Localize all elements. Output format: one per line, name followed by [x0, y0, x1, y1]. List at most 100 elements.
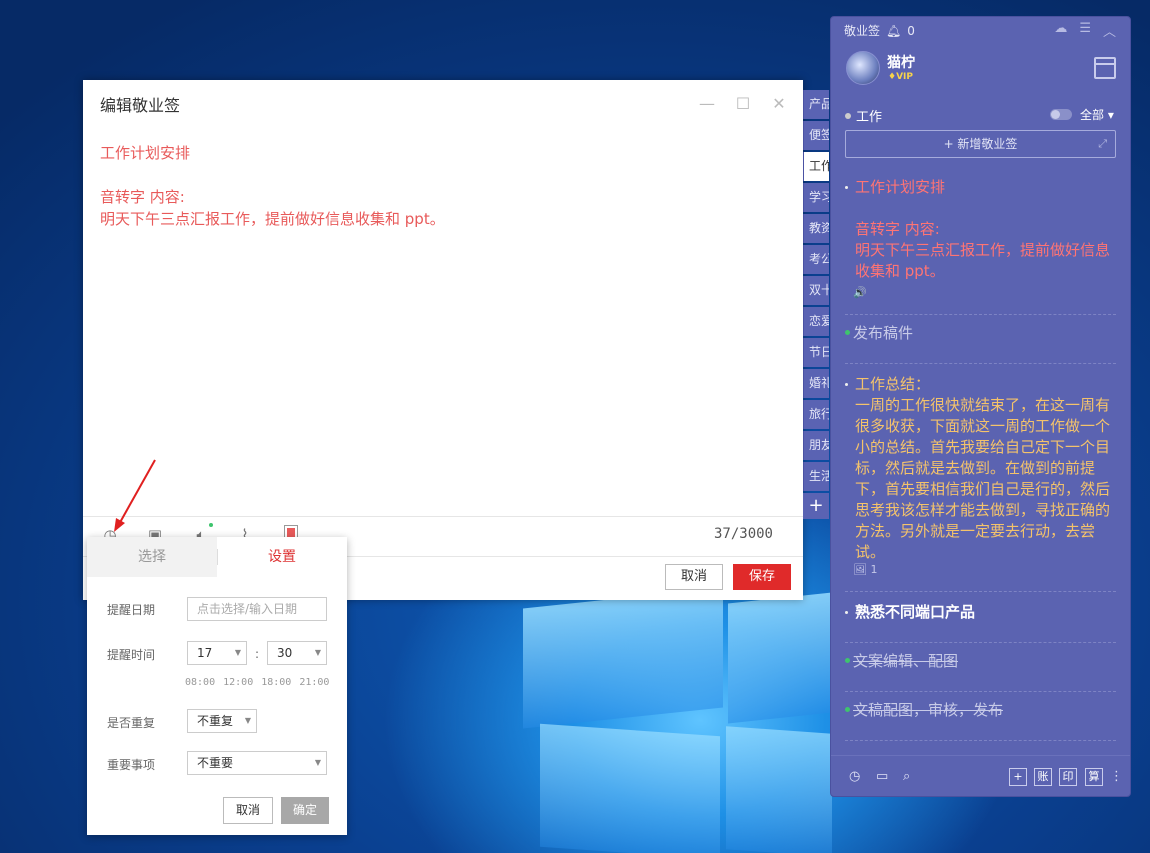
panel-controls: ☁ ☰ ︿ — [1054, 21, 1116, 40]
tab-divider — [217, 549, 218, 565]
more-icon[interactable]: ⋮ — [1110, 769, 1123, 784]
editor-line: 明天下午三点汇报工作，提前做好信息收集和 ppt。 — [100, 210, 445, 228]
category-tab-active[interactable]: 工作 — [803, 152, 829, 181]
time-colon: : — [255, 647, 260, 661]
new-note-button[interactable]: + 新增敬业签 ⤢ — [845, 130, 1116, 158]
done-indicator-icon — [845, 707, 850, 712]
tab-settings[interactable]: 设置 — [217, 537, 347, 577]
add-box-button[interactable]: + — [1009, 768, 1027, 786]
account-button[interactable]: 账 — [1034, 768, 1052, 786]
expand-icon[interactable]: ⤢ — [1098, 131, 1107, 157]
search-icon[interactable]: ⌕ — [903, 769, 910, 784]
note-line: 一周的工作很快就结束了，在这一周有很多收获，下面就这一周的工作做一个小的总结。首… — [855, 396, 1111, 559]
tab-select[interactable]: 选择 — [87, 537, 217, 577]
importance-label: 重要事项 — [107, 758, 156, 772]
vip-badge: ♦VIP — [888, 72, 913, 82]
calculator-button[interactable]: 算 — [1085, 768, 1103, 786]
maximize-icon[interactable]: ☐ — [735, 94, 751, 113]
repeat-label: 是否重复 — [107, 716, 156, 730]
category-tab[interactable]: 考公 — [803, 245, 829, 274]
minute-select[interactable]: 30 ▼ — [267, 641, 327, 665]
reminder-tabs: 选择 设置 — [87, 537, 347, 577]
new-note-label: + 新增敬业签 — [943, 137, 1018, 151]
category-tab[interactable]: 生活 — [803, 462, 829, 491]
close-icon[interactable]: ✕ — [771, 94, 787, 113]
note-item[interactable]: 工作计划安排 音转字 内容: 明天下午三点汇报工作，提前做好信息收集和 ppt。… — [845, 177, 1116, 315]
repeat-select[interactable]: 不重复 ▼ — [187, 709, 257, 733]
cancel-button[interactable]: 取消 — [665, 564, 723, 590]
category-name: 工作 — [856, 110, 883, 125]
cloud-sync-icon[interactable]: ☁ — [1054, 21, 1067, 40]
category-tab[interactable]: 教资 — [803, 214, 829, 243]
category-tab[interactable]: 朋友 — [803, 431, 829, 460]
window-title: 编辑敬业签 — [100, 96, 181, 115]
note-content: 工作总结： 一周的工作很快就结束了，在这一周有很多收获，下面就这一周的工作做一个… — [845, 374, 1116, 559]
note-content: 工作计划安排 音转字 内容: 明天下午三点汇报工作，提前做好信息收集和 ppt。 — [845, 177, 1116, 282]
calendar-icon[interactable] — [1094, 57, 1116, 79]
quick-time[interactable]: 08:00 — [185, 677, 215, 688]
note-content: 文案编辑、配图 — [853, 652, 959, 670]
collapse-icon[interactable]: ︿ — [1103, 21, 1116, 40]
desktop-wallpaper-light — [728, 592, 832, 724]
add-category-button[interactable]: + — [803, 493, 829, 519]
reminder-cancel-button[interactable]: 取消 — [223, 797, 273, 824]
user-name: 猫柠 — [887, 55, 915, 71]
image-count: 🖼 1 — [853, 563, 878, 576]
done-indicator-icon — [845, 658, 850, 663]
category-tab[interactable]: 便签 — [803, 121, 829, 150]
category-tab[interactable]: 旅行 — [803, 400, 829, 429]
quick-time[interactable]: 21:00 — [299, 677, 329, 688]
chevron-down-icon: ▼ — [314, 758, 321, 767]
importance-value: 不重要 — [197, 756, 234, 770]
print-button[interactable]: 印 — [1059, 768, 1077, 786]
minimize-icon[interactable]: — — [699, 94, 715, 113]
note-item[interactable]: 发布稿件 — [845, 323, 1116, 364]
category-selector[interactable]: 工作 — [845, 106, 882, 125]
chevron-down-icon: ▼ — [234, 648, 241, 657]
category-tab[interactable]: 产品 — [803, 90, 829, 119]
importance-select[interactable]: 不重要 ▼ — [187, 751, 327, 775]
note-line: 工作总结： — [855, 375, 931, 393]
note-item[interactable]: 文案编辑、配图 — [845, 651, 1116, 692]
panel-header: 敬业签 🔔︎ 0 — [844, 22, 915, 39]
archive-icon[interactable]: ▭ — [876, 769, 888, 784]
note-content: 熟悉不同端口产品 — [855, 603, 976, 621]
note-item[interactable]: 熟悉不同端口产品 — [845, 602, 1116, 643]
note-line — [855, 198, 1116, 219]
reminder-date-input[interactable]: 点击选择/输入日期 — [187, 597, 327, 621]
filter-dropdown[interactable]: 全部 ▾ — [1080, 106, 1114, 123]
avatar[interactable] — [846, 51, 880, 85]
category-tab[interactable]: 学习 — [803, 183, 829, 212]
note-item[interactable]: 工作总结： 一周的工作很快就结束了，在这一周有很多收获，下面就这一周的工作做一个… — [845, 374, 1116, 592]
quick-time[interactable]: 12:00 — [223, 677, 253, 688]
editor-line: 工作计划安排 — [100, 144, 191, 162]
chevron-down-icon: ▼ — [244, 716, 251, 725]
note-editor-area[interactable]: 工作计划安排 音转字 内容: 明天下午三点汇报工作，提前做好信息收集和 ppt。 — [100, 142, 783, 230]
window-controls: — ☐ ✕ — [699, 94, 787, 113]
menu-icon[interactable]: ☰ — [1079, 21, 1091, 40]
reminder-confirm-button[interactable]: 确定 — [281, 797, 329, 824]
notification-count: 0 — [907, 23, 915, 38]
clock-icon[interactable]: ◷ — [849, 769, 860, 784]
category-tab[interactable]: 恋爱 — [803, 307, 829, 336]
bell-icon[interactable]: 🔔︎ — [886, 24, 901, 38]
note-item[interactable]: 文稿配图，审核，发布 — [845, 700, 1116, 741]
category-tab[interactable]: 婚礼 — [803, 369, 829, 398]
desktop-wallpaper-light — [726, 726, 832, 853]
sticky-note-panel: 敬业签 🔔︎ 0 ☁ ☰ ︿ 猫柠 ♦VIP 工作 全部 ▾ + 新增敬业签 ⤢… — [830, 16, 1131, 797]
save-button[interactable]: 保存 — [733, 564, 791, 590]
voice-icon: 🔊 — [853, 286, 867, 299]
hour-value: 17 — [197, 646, 213, 660]
vip-label: VIP — [896, 72, 913, 82]
editor-line: 音转字 内容: — [100, 188, 185, 206]
show-completed-toggle[interactable] — [1050, 109, 1072, 120]
repeat-value: 不重复 — [197, 714, 234, 728]
hour-select[interactable]: 17 ▼ — [187, 641, 247, 665]
note-line: 明天下午三点汇报工作，提前做好信息收集和 ppt。 — [855, 241, 1111, 280]
panel-footer: ◷ ▭ ⌕ + 账 印 算 ⋮ — [831, 755, 1130, 796]
category-tab[interactable]: 节日 — [803, 338, 829, 367]
filter-value: 全部 — [1080, 108, 1105, 122]
reminder-date-label: 提醒日期 — [107, 603, 156, 617]
quick-time[interactable]: 18:00 — [261, 677, 291, 688]
category-tab[interactable]: 双十 — [803, 276, 829, 305]
